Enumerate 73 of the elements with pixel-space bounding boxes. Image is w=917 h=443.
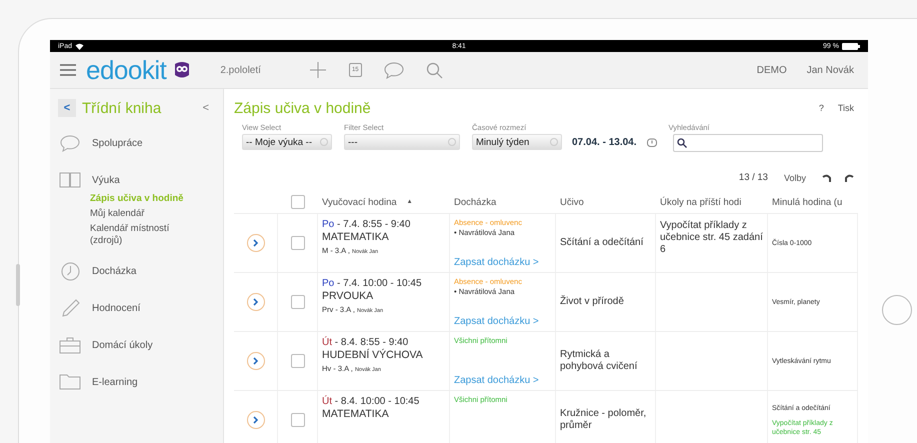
row-checkbox[interactable] [290,413,304,427]
select-dropdown[interactable]: Minulý týden [472,134,562,150]
column-header[interactable]: Úkoly na příští hodi [660,196,742,208]
back-button[interactable]: < [58,99,76,117]
battery-icon [842,42,860,50]
redo-icon[interactable] [844,174,854,182]
expand-button[interactable] [246,411,264,429]
chevron-icon [252,298,258,306]
sidebar-item[interactable]: Výuka [58,170,215,190]
subject-name: PRVOUKA [322,290,374,302]
menu-icon[interactable] [60,64,76,76]
demo-label: DEMO [756,64,787,76]
topic-text: Rytmická a pohybová cvičení [560,349,638,373]
folder-icon [59,374,81,390]
topic-text: Sčítání a odečítání [560,237,644,249]
row-checkbox[interactable] [290,236,304,250]
column-header[interactable]: Učivo [560,196,584,208]
sidebar-title: Třídní kniha [82,100,162,116]
topic-text: Kružnice - poloměr, průměr [560,408,648,432]
column-header[interactable]: Vyučovací hodina [322,196,397,208]
wifi-icon [75,42,84,50]
print-button[interactable]: Tisk [834,103,858,113]
select-all-checkbox[interactable] [291,195,305,209]
sidebar-item[interactable]: Domácí úkoly [58,335,215,355]
search-icon [676,138,686,148]
subject-name: HUDEBNÍ VÝCHOVA [322,349,423,361]
row-checkbox[interactable] [290,354,304,368]
expand-button[interactable] [246,293,264,311]
date-range[interactable]: 07.04. - 13.04. [572,136,636,148]
select-dropdown[interactable]: --- [344,134,460,150]
undo-icon[interactable] [822,174,832,182]
user-name[interactable]: Jan Novák [806,64,854,76]
page-title: Zápis učiva v hodině [234,100,371,116]
collapse-button[interactable]: < [196,102,215,114]
subject-name: MATEMATIKA [322,408,389,420]
lesson-time: Út - 8.4. 8:55 - 9:40 [322,337,408,348]
chevron-icon [252,239,258,247]
term-label[interactable]: 2.pololetí [220,64,261,76]
sidebar-subitem[interactable]: Můj kalendář [90,208,200,220]
record-count: 13 / 13 [738,172,768,183]
row-checkbox[interactable] [290,295,304,309]
sidebar-item[interactable]: Docházka [58,261,215,281]
sidebar-item[interactable]: E-learning [58,372,215,392]
sidebar-item[interactable]: Spolupráce [58,133,215,153]
column-header[interactable]: Minulá hodina (u [772,196,842,208]
briefcase-icon [59,336,81,354]
sidebar-subitem[interactable]: Kalendář místností (zdrojů) [90,223,200,247]
lesson-time: Po - 7.4. 8:55 - 9:40 [322,219,410,231]
column-header[interactable]: Docházka [454,196,496,208]
plus-icon[interactable] [308,61,327,79]
select-dropdown[interactable]: -- Moje výuka -- [242,134,332,150]
subject-name: MATEMATIKA [322,231,389,243]
chat-icon [60,134,80,152]
home-button[interactable] [882,295,912,325]
homework-text: Vypočítat příklady z učebnice str. 45 zadání 6 [660,220,763,256]
pencil-icon [60,298,80,318]
search-field[interactable] [672,134,822,152]
expand-button[interactable] [246,234,264,252]
chat-icon[interactable] [384,62,404,78]
book-icon [59,172,81,188]
topic-text: Život v přírodě [560,296,624,308]
chevron-icon [252,416,258,424]
logo: edookit [86,56,166,84]
search-icon[interactable] [426,62,443,78]
expand-button[interactable] [246,352,264,370]
clock-icon [60,262,80,280]
chevron-icon [252,357,258,365]
sidebar-item[interactable]: Hodnocení [58,298,215,318]
clock-icon[interactable] [646,138,656,146]
lesson-time: Út - 8.4. 10:00 - 10:45 [322,396,420,408]
lesson-time: Po - 7.4. 10:00 - 10:45 [322,278,422,290]
options-button[interactable]: Volby [780,172,810,182]
help-button[interactable]: ? [814,103,828,113]
